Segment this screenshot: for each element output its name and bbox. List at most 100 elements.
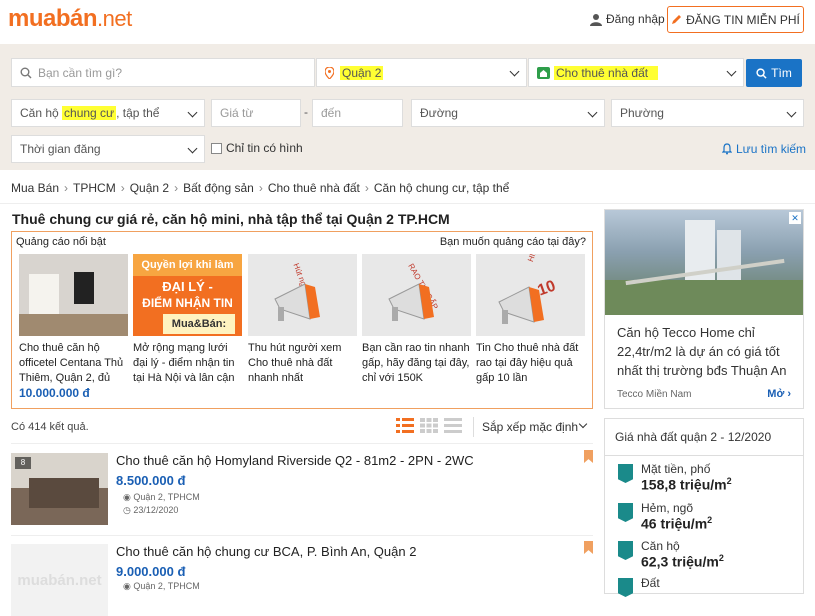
compact-view-icon[interactable] [444, 418, 462, 433]
subcategory-select[interactable]: Căn hộ chung cư, tập thể [11, 99, 205, 127]
ad-card[interactable]: HIỆU QUẢ GẤP 10 Tin Cho thuê nhà đất rao… [476, 254, 585, 386]
megaphone-icon [388, 283, 434, 321]
listing-title[interactable]: Cho thuê căn hộ Homyland Riverside Q2 - … [116, 453, 474, 468]
home-icon [537, 66, 550, 79]
land-icon [618, 578, 633, 597]
chevron-right-icon: › [787, 388, 791, 400]
bookmark-icon[interactable] [584, 450, 593, 463]
ad-banner: Quyền lợi khi làm ĐẠI LÝ - ĐIỂM NHẬN TIN… [133, 254, 242, 336]
apartment-icon [618, 541, 633, 560]
ad-image [19, 254, 128, 336]
price-from-input[interactable]: Giá từ [211, 99, 301, 127]
megaphone-banner: HIỆU QUẢ GẤP 10 [476, 254, 585, 336]
ad-choices-icon[interactable]: ✕ [789, 212, 801, 224]
open-ad-link[interactable]: Mở › [767, 388, 791, 400]
building-icon [618, 464, 633, 483]
time-select[interactable]: Thời gian đăng [11, 135, 205, 163]
chevron-down-icon [587, 107, 598, 118]
listing-thumbnail[interactable]: muabán.net [11, 544, 108, 616]
breadcrumb-sep: › [64, 181, 69, 195]
megaphone-banner: RAO TIN GẤP [362, 254, 471, 336]
breadcrumb-sep: › [258, 181, 263, 195]
breadcrumb-item[interactable]: Cho thuê nhà đất [268, 181, 360, 195]
checkbox-box[interactable] [211, 142, 222, 154]
sidebar-ad[interactable]: ✕ Căn hộ Tecco Home chỉ 22,4tr/m2 là dự … [604, 209, 804, 409]
listing-item[interactable]: 8 Cho thuê căn hộ Homyland Riverside Q2 … [11, 450, 593, 533]
divider [0, 203, 815, 204]
breadcrumb-item[interactable]: Bất động sản [183, 181, 254, 195]
user-icon [590, 13, 602, 26]
divider [11, 443, 593, 444]
listing-thumbnail[interactable]: 8 [11, 453, 108, 525]
page-title: Thuê chung cư giá rẻ, căn hộ mini, nhà t… [12, 211, 450, 227]
clock-icon: ◷ [123, 505, 131, 515]
megaphone-icon [498, 286, 544, 324]
featured-ads: Quảng cáo nổi bật Bạn muốn quảng cáo tại… [11, 231, 593, 409]
grid-view-icon[interactable] [420, 418, 438, 433]
street-select[interactable]: Đường [411, 99, 605, 127]
price-row: Căn hộ 62,3 triệu/m2 [618, 539, 724, 570]
price-row: Mặt tiền, phố 158,8 triệu/m2 [618, 462, 732, 493]
divider [11, 535, 593, 536]
breadcrumb-item[interactable]: Quận 2 [130, 181, 169, 195]
results-count: Có 414 kết quả. [11, 421, 89, 433]
bookmark-icon[interactable] [584, 541, 593, 554]
listing-item[interactable]: muabán.net Cho thuê căn hộ chung cư BCA,… [11, 541, 593, 616]
breadcrumb-item[interactable]: Mua Bán [11, 181, 59, 195]
alley-icon [618, 503, 633, 522]
price-row: Hẻm, ngõ 46 triệu/m2 [618, 501, 712, 532]
listing-location: ◉ Quận 2, TPHCM [123, 492, 200, 502]
price-stats-box: Giá nhà đất quận 2 - 12/2020 Mặt tiền, p… [604, 418, 804, 597]
save-search-link[interactable]: Lưu tìm kiếm [722, 142, 806, 156]
site-logo[interactable]: muabán.net [8, 5, 132, 33]
breadcrumb-sep: › [120, 181, 125, 195]
megaphone-banner: Hút người xem [248, 254, 357, 336]
post-free-button[interactable]: ĐĂNG TIN MIỄN PHÍ [667, 6, 804, 33]
location-pin-icon: ◉ [123, 492, 131, 502]
breadcrumb-sep: › [174, 181, 179, 195]
listing-date: ◷ 23/12/2020 [123, 505, 179, 515]
ad-card[interactable]: Hút người xem Thu hút người xem Cho thuê… [248, 254, 357, 386]
chevron-down-icon [726, 66, 737, 77]
search-icon [20, 67, 32, 78]
login-link[interactable]: Đăng nhập [590, 12, 665, 26]
ad-card[interactable]: Quyền lợi khi làm ĐẠI LÝ - ĐIỂM NHẬN TIN… [133, 254, 242, 386]
ward-select[interactable]: Phường [611, 99, 804, 127]
pencil-icon [672, 15, 682, 24]
listing-title[interactable]: Cho thuê căn hộ chung cư BCA, P. Bình An… [116, 544, 416, 559]
breadcrumb-item[interactable]: TPHCM [73, 181, 116, 195]
ad-card[interactable]: RAO TIN GẤP Bạn cần rao tin nhanh gấp, h… [362, 254, 471, 386]
advertise-here-link[interactable]: Bạn muốn quảng cáo tại đây? [440, 236, 586, 248]
breadcrumb: Mua Bán › TPHCM › Quận 2 › Bất động sản › Ch… [11, 181, 509, 195]
placeholder-logo: muabán.net [17, 571, 102, 589]
photo-count-badge: 8 [15, 457, 31, 469]
listing-location: ◉ Quận 2, TPHCM [123, 581, 200, 591]
only-images-checkbox[interactable]: Chỉ tin có hình [211, 141, 303, 155]
chevron-down-icon [509, 66, 520, 77]
chevron-down-icon [187, 107, 198, 118]
listing-price: 8.500.000 đ [116, 473, 186, 488]
ads-heading: Quảng cáo nổi bật [16, 236, 106, 248]
district-select[interactable]: Quận 2 [316, 58, 527, 87]
header: muabán.net Đăng nhập ĐĂNG TIN MIỄN PHÍ [0, 0, 815, 44]
list-view-icon[interactable] [396, 418, 414, 433]
location-pin-icon [325, 66, 334, 79]
chevron-down-icon [187, 143, 198, 154]
divider [473, 417, 474, 437]
megaphone-icon [274, 283, 320, 321]
chevron-down-icon [786, 107, 797, 118]
search-input[interactable]: Bạn cần tìm gì? [11, 58, 315, 87]
view-toggle [396, 418, 462, 433]
location-pin-icon: ◉ [123, 581, 131, 591]
chevron-down-icon [578, 419, 588, 429]
search-button[interactable]: Tìm [746, 59, 802, 87]
sort-select[interactable]: Sắp xếp mặc định [482, 420, 578, 434]
category-select[interactable]: Cho thuê nhà đất [528, 58, 744, 87]
breadcrumb-sep: › [364, 181, 369, 195]
breadcrumb-item[interactable]: Căn hộ chung cư, tập thể [374, 181, 509, 195]
search-icon [756, 67, 767, 79]
price-to-input[interactable]: đến [312, 99, 403, 127]
listing-price: 9.000.000 đ [116, 564, 186, 579]
ad-card[interactable]: Cho thuê căn hộ officetel Centana Thủ Th… [19, 254, 128, 400]
ad-image: ✕ [605, 210, 803, 315]
